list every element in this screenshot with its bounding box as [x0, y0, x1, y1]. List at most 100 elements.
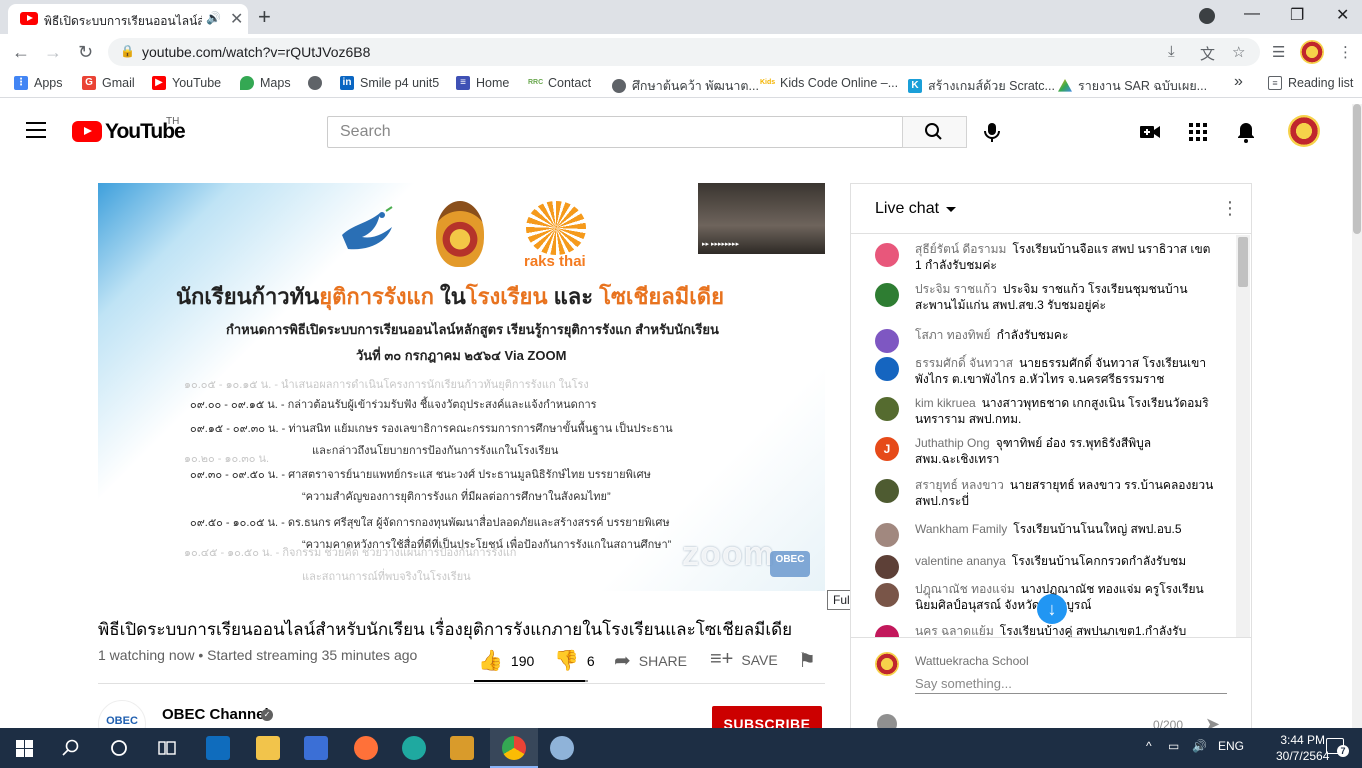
bookmark-star-icon[interactable]: ☆: [1232, 43, 1245, 61]
chat-message[interactable]: ธรรมศักดิ์ จันทวาส นายธรรมศักดิ์ จันทวาส …: [875, 355, 1215, 387]
chat-message-input[interactable]: [915, 674, 1227, 694]
chat-author-name[interactable]: ธรรมศักดิ์ จันทวาส: [915, 356, 1013, 370]
chat-message[interactable]: Wankham Family โรงเรียนบ้านโนนใหญ่ สพป.อบ…: [875, 521, 1215, 547]
profile-avatar[interactable]: [1300, 40, 1324, 64]
chat-author-name[interactable]: ประจิม ราชแก้ว: [915, 282, 997, 296]
lock-icon[interactable]: 🔒: [120, 44, 135, 58]
jump-to-bottom-button[interactable]: ↓: [1037, 594, 1067, 624]
chat-author-name[interactable]: kim kikruea: [915, 396, 976, 410]
bookmark-kids-code[interactable]: Kids Kids Code Online –...: [760, 76, 898, 90]
chat-author-avatar[interactable]: [875, 329, 899, 353]
more-options-icon[interactable]: ⋮: [1221, 198, 1239, 219]
video-player[interactable]: ▸▸ ▸▸▸▸▸▸▸▸ raks thai นักเรียนก้าวทันยุต…: [98, 183, 825, 591]
create-video-icon[interactable]: [1138, 120, 1162, 144]
search-button[interactable]: [902, 116, 967, 148]
tab-search-icon[interactable]: [1199, 8, 1215, 24]
firefox-icon[interactable]: [354, 736, 378, 760]
chrome-icon[interactable]: [502, 736, 526, 760]
close-window-button[interactable]: ✕: [1336, 5, 1349, 25]
page-scrollbar[interactable]: [1352, 104, 1362, 728]
new-tab-button[interactable]: +: [258, 4, 271, 30]
bookmark-scratch[interactable]: K สร้างเกมส์ด้วย Scratc...: [908, 76, 1055, 96]
chat-author-avatar[interactable]: [875, 555, 899, 579]
bookmark-smile[interactable]: in Smile p4 unit5: [340, 76, 439, 90]
cortana-icon[interactable]: [110, 739, 128, 757]
bookmark-globe[interactable]: [308, 76, 322, 90]
chat-author-avatar[interactable]: [875, 625, 899, 637]
tab-close-icon[interactable]: ✕: [230, 9, 243, 29]
download-icon[interactable]: ⤓: [1168, 43, 1175, 60]
bookmarks-overflow[interactable]: »: [1234, 73, 1243, 91]
bookmark-apps[interactable]: ⋮ Apps: [14, 76, 63, 90]
chat-scrollbar[interactable]: [1236, 235, 1250, 637]
chat-message[interactable]: ประจิม ราชแก้ว ประจิม ราชแก้ว โรงเรียนชุม…: [875, 281, 1215, 313]
chat-message[interactable]: นคร ฉลาดแย้ม โรงเรียนบ้างคู่ สพปนภเขต1.กำ…: [875, 623, 1215, 637]
chat-author-avatar[interactable]: [875, 523, 899, 547]
bookmark-contact[interactable]: RRC Contact: [528, 76, 591, 90]
bookmark-gmail[interactable]: G Gmail: [82, 76, 135, 90]
chat-author-name[interactable]: โสภา ทองทิพย์: [915, 328, 991, 342]
speaker-icon[interactable]: 🔊: [206, 11, 221, 25]
chat-message[interactable]: สรายุทธ์ หลงขาว นายสรายุทธ์ หลงขาว รร.บ้า…: [875, 477, 1215, 509]
search-icon[interactable]: [62, 739, 80, 757]
chat-author-name[interactable]: สุธีย์รัตน์ ดีอรามม: [915, 242, 1006, 256]
bookmark-study[interactable]: ศึกษาต้นคว้า พัฒนาต...: [612, 76, 759, 96]
channel-name[interactable]: OBEC Channel: [162, 706, 269, 723]
forward-button[interactable]: →: [44, 42, 62, 63]
translate-icon[interactable]: 文: [1200, 43, 1215, 64]
chat-author-avatar[interactable]: [875, 397, 899, 421]
windows-start-icon[interactable]: [16, 740, 33, 757]
chat-message[interactable]: โสภา ทองทิพย์ กำลังรับชมคะ: [875, 327, 1215, 353]
bookmark-youtube[interactable]: ▶ YouTube: [152, 76, 221, 90]
chat-author-name[interactable]: valentine ananya: [915, 554, 1006, 568]
language-indicator[interactable]: ENG: [1218, 739, 1244, 753]
search-box[interactable]: [327, 116, 903, 148]
network-icon[interactable]: ▭: [1168, 739, 1179, 753]
like-button[interactable]: 👍 190: [478, 648, 534, 673]
chat-message[interactable]: valentine ananya โรงเรียนบ้านโคกกรวดกำลัง…: [875, 553, 1215, 579]
file-explorer-icon[interactable]: [256, 736, 280, 760]
back-button[interactable]: ←: [12, 42, 30, 63]
reading-list[interactable]: ≡ Reading list: [1268, 76, 1353, 90]
chat-author-avatar[interactable]: [875, 583, 899, 607]
chat-author-avatar[interactable]: [875, 357, 899, 381]
chat-author-avatar[interactable]: J: [875, 437, 899, 461]
minimize-button[interactable]: —: [1244, 5, 1260, 23]
chevron-down-icon[interactable]: [946, 207, 956, 212]
chat-message[interactable]: kim kikruea นางสาวพุทธชาด เกกสูงเนิน โรงเ…: [875, 395, 1215, 427]
clock[interactable]: 3:44 PM 30/7/2564: [1276, 732, 1329, 764]
volume-icon[interactable]: 🔊: [1192, 739, 1207, 753]
url-text[interactable]: youtube.com/watch?v=rQUtJVoz6B8: [142, 44, 370, 60]
live-chat-title[interactable]: Live chat: [875, 200, 939, 218]
chat-message[interactable]: J Juthathip Ong จุฑาทิพย์ อ๋อง รร.พุทธิรัง…: [875, 435, 1215, 467]
store-icon[interactable]: [304, 736, 328, 760]
tray-expand-icon[interactable]: ^: [1146, 739, 1152, 753]
live-chat-header[interactable]: Live chat ⋮: [851, 184, 1251, 234]
browser-tab-active[interactable]: พิธีเปิดระบบการเรียนออนไลน์สำห 🔊 ✕: [8, 4, 248, 34]
save-button[interactable]: ≡+ SAVE: [710, 648, 778, 671]
address-bar[interactable]: 🔒 youtube.com/watch?v=rQUtJVoz6B8: [108, 38, 1260, 66]
hamburger-menu-icon[interactable]: [26, 122, 46, 138]
media-player-icon[interactable]: [450, 736, 474, 760]
mail-icon[interactable]: [206, 736, 230, 760]
chat-author-avatar[interactable]: [875, 243, 899, 267]
reading-mode-icon[interactable]: ☰: [1272, 43, 1285, 61]
chat-message[interactable]: สุธีย์รัตน์ ดีอรามม โรงเรียนบ้านจือแร สพป…: [875, 241, 1215, 273]
chat-author-avatar[interactable]: [875, 283, 899, 307]
search-input[interactable]: [328, 117, 902, 147]
chat-author-name[interactable]: นคร ฉลาดแย้ม: [915, 624, 994, 637]
chat-author-name[interactable]: สรายุทธ์ หลงขาว: [915, 478, 1004, 492]
chat-author-name[interactable]: Juthathip Ong: [915, 436, 990, 450]
task-view-icon[interactable]: [158, 739, 176, 757]
report-flag-button[interactable]: ⚑: [798, 648, 816, 673]
dislike-button[interactable]: 👎 6: [554, 648, 595, 673]
chat-author-name[interactable]: ปฎุณาณัช ทองแจ่ม: [915, 582, 1015, 596]
paint-icon[interactable]: [550, 736, 574, 760]
notifications-bell-icon[interactable]: [1234, 120, 1258, 144]
notification-center-icon[interactable]: 7: [1326, 738, 1349, 757]
bookmark-home[interactable]: ≡ Home: [456, 76, 509, 90]
share-button[interactable]: ➦ SHARE: [614, 648, 687, 673]
voice-search-icon[interactable]: [980, 120, 1004, 144]
menu-kebab-icon[interactable]: ⋮: [1338, 43, 1353, 61]
edge-icon[interactable]: [402, 736, 426, 760]
